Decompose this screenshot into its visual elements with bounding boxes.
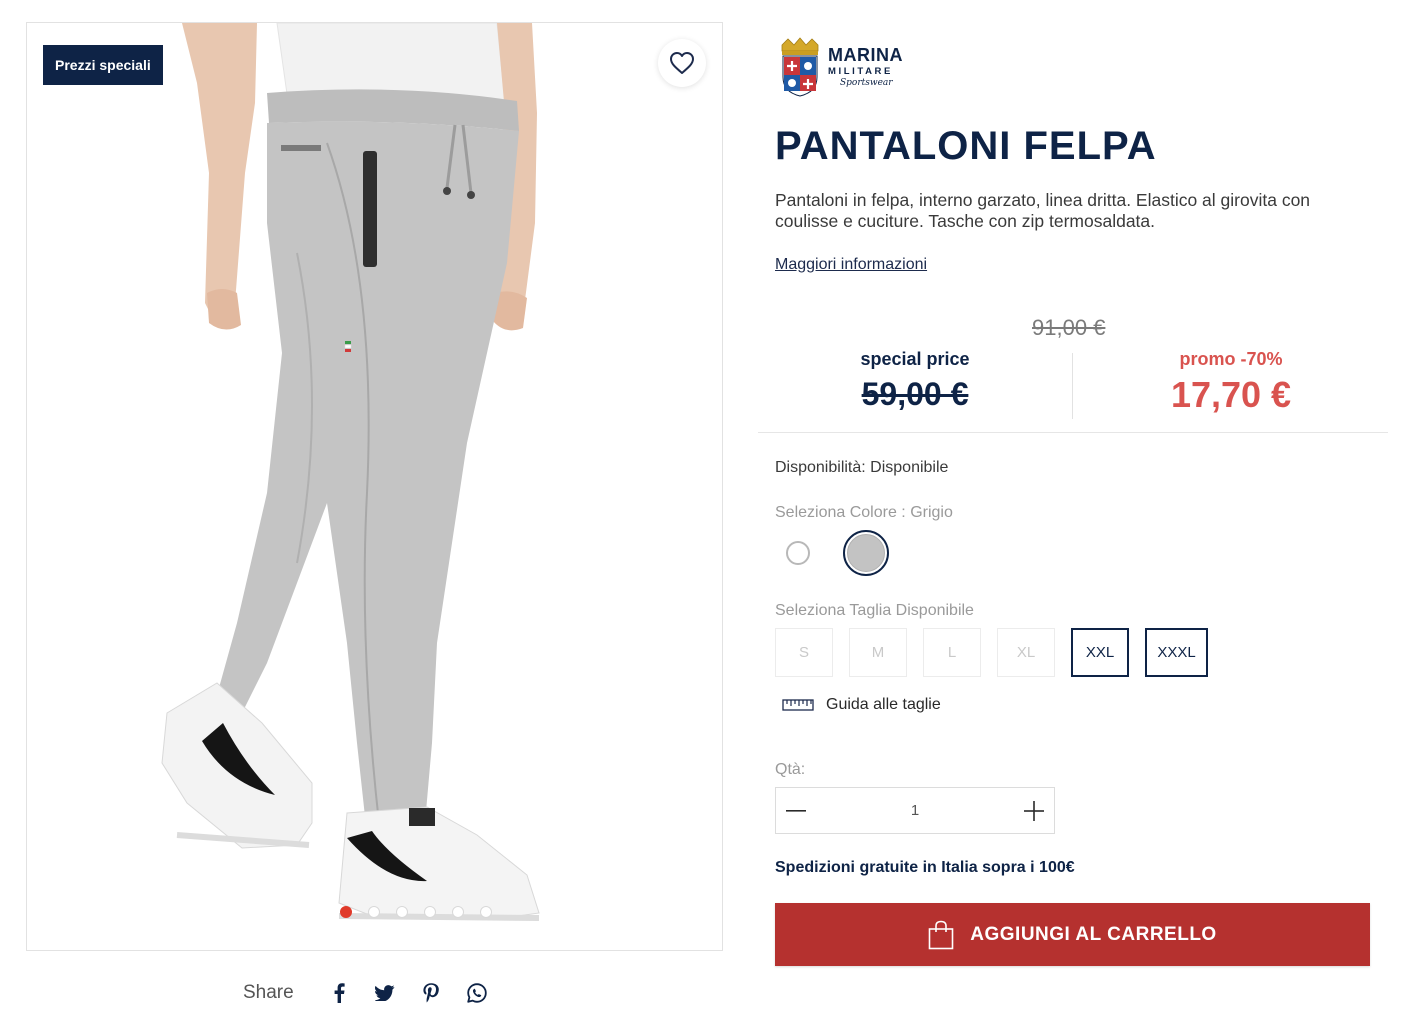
plus-icon xyxy=(1024,800,1045,821)
twitter-share-button[interactable] xyxy=(362,978,408,1008)
brand-name: MARINA xyxy=(828,45,903,66)
special-price-badge: Prezzi speciali xyxy=(43,45,163,85)
brand-tagline: Sportswear xyxy=(840,77,893,88)
price-divider xyxy=(1072,353,1073,419)
promo-label: promo -70% xyxy=(1179,349,1283,369)
quantity-stepper xyxy=(775,787,1055,834)
carousel-dot[interactable] xyxy=(452,906,464,918)
ruler-icon xyxy=(782,699,814,711)
carousel-dots xyxy=(340,906,492,918)
size-label: Seleziona Taglia Disponibile xyxy=(775,602,974,619)
price-box: special price 59,00 € promo -70% 17,70 € xyxy=(758,345,1388,433)
product-title: PANTALONI FELPA xyxy=(775,124,1157,168)
product-gallery: Prezzi speciali xyxy=(26,22,723,951)
size-option-xl[interactable]: XL xyxy=(997,628,1055,677)
quantity-input[interactable] xyxy=(815,788,1015,833)
size-guide-link[interactable]: Guida alle taglie xyxy=(782,696,941,714)
facebook-share-button[interactable] xyxy=(316,978,362,1008)
shopping-bag-icon xyxy=(928,920,954,949)
wishlist-button[interactable] xyxy=(658,39,706,87)
carousel-dot[interactable] xyxy=(368,906,380,918)
pinterest-icon xyxy=(423,983,439,1003)
swatch-circle xyxy=(786,541,810,565)
quantity-label: Qtà: xyxy=(775,761,806,778)
crest-icon xyxy=(781,37,819,97)
more-info-link[interactable]: Maggiori informazioni xyxy=(775,256,927,274)
size-option-xxl[interactable]: XXL xyxy=(1071,628,1129,677)
shipping-notice: Spedizioni gratuite in Italia sopra i 10… xyxy=(775,859,1075,876)
brand-logo-text: MARINA MILITARE Sportswear xyxy=(828,46,903,88)
share-label: Share xyxy=(243,982,294,1003)
special-price-value: 59,00 € xyxy=(861,376,969,412)
size-option-s[interactable]: S xyxy=(775,628,833,677)
color-swatch-white[interactable] xyxy=(775,530,821,576)
brand-subname: MILITARE xyxy=(828,66,893,78)
heart-icon xyxy=(670,52,694,74)
carousel-dot[interactable] xyxy=(424,906,436,918)
size-option-l[interactable]: L xyxy=(923,628,981,677)
product-image[interactable] xyxy=(27,23,723,951)
availability-status: Disponibilità: Disponibile xyxy=(775,459,949,476)
pinterest-share-button[interactable] xyxy=(408,978,454,1008)
increase-quantity-button[interactable] xyxy=(1015,788,1055,833)
whatsapp-share-button[interactable] xyxy=(454,978,500,1008)
original-price: 91,00 € xyxy=(1032,315,1106,340)
size-options: S M L XL XXL XXXL xyxy=(775,628,1208,677)
minus-icon xyxy=(785,809,806,812)
add-to-cart-button[interactable]: AGGIUNGI AL CARRELLO xyxy=(775,903,1370,966)
special-price-label: special price xyxy=(860,349,970,369)
color-label: Seleziona Colore : Grigio xyxy=(775,504,953,521)
whatsapp-icon xyxy=(467,983,487,1003)
add-to-cart-label: AGGIUNGI AL CARRELLO xyxy=(970,923,1217,945)
share-bar: Share xyxy=(243,978,500,1008)
swatch-circle xyxy=(847,534,885,572)
twitter-icon xyxy=(374,985,395,1001)
promo-price-value: 17,70 € xyxy=(1170,374,1292,415)
carousel-dot[interactable] xyxy=(396,906,408,918)
product-description: Pantaloni in felpa, interno garzato, lin… xyxy=(775,190,1311,231)
size-option-m[interactable]: M xyxy=(849,628,907,677)
special-price-block: special price 59,00 € xyxy=(758,345,1072,413)
carousel-dot[interactable] xyxy=(340,906,352,918)
color-swatch-grey[interactable] xyxy=(843,530,889,576)
size-guide-label: Guida alle taglie xyxy=(826,696,941,713)
carousel-dot[interactable] xyxy=(480,906,492,918)
facebook-icon xyxy=(334,983,345,1003)
promo-price-block: promo -70% 17,70 € xyxy=(1074,345,1388,416)
decrease-quantity-button[interactable] xyxy=(776,788,816,833)
brand-logo[interactable]: MARINA MILITARE Sportswear xyxy=(778,36,908,98)
size-option-xxxl[interactable]: XXXL xyxy=(1145,628,1208,677)
color-swatches xyxy=(775,530,889,576)
